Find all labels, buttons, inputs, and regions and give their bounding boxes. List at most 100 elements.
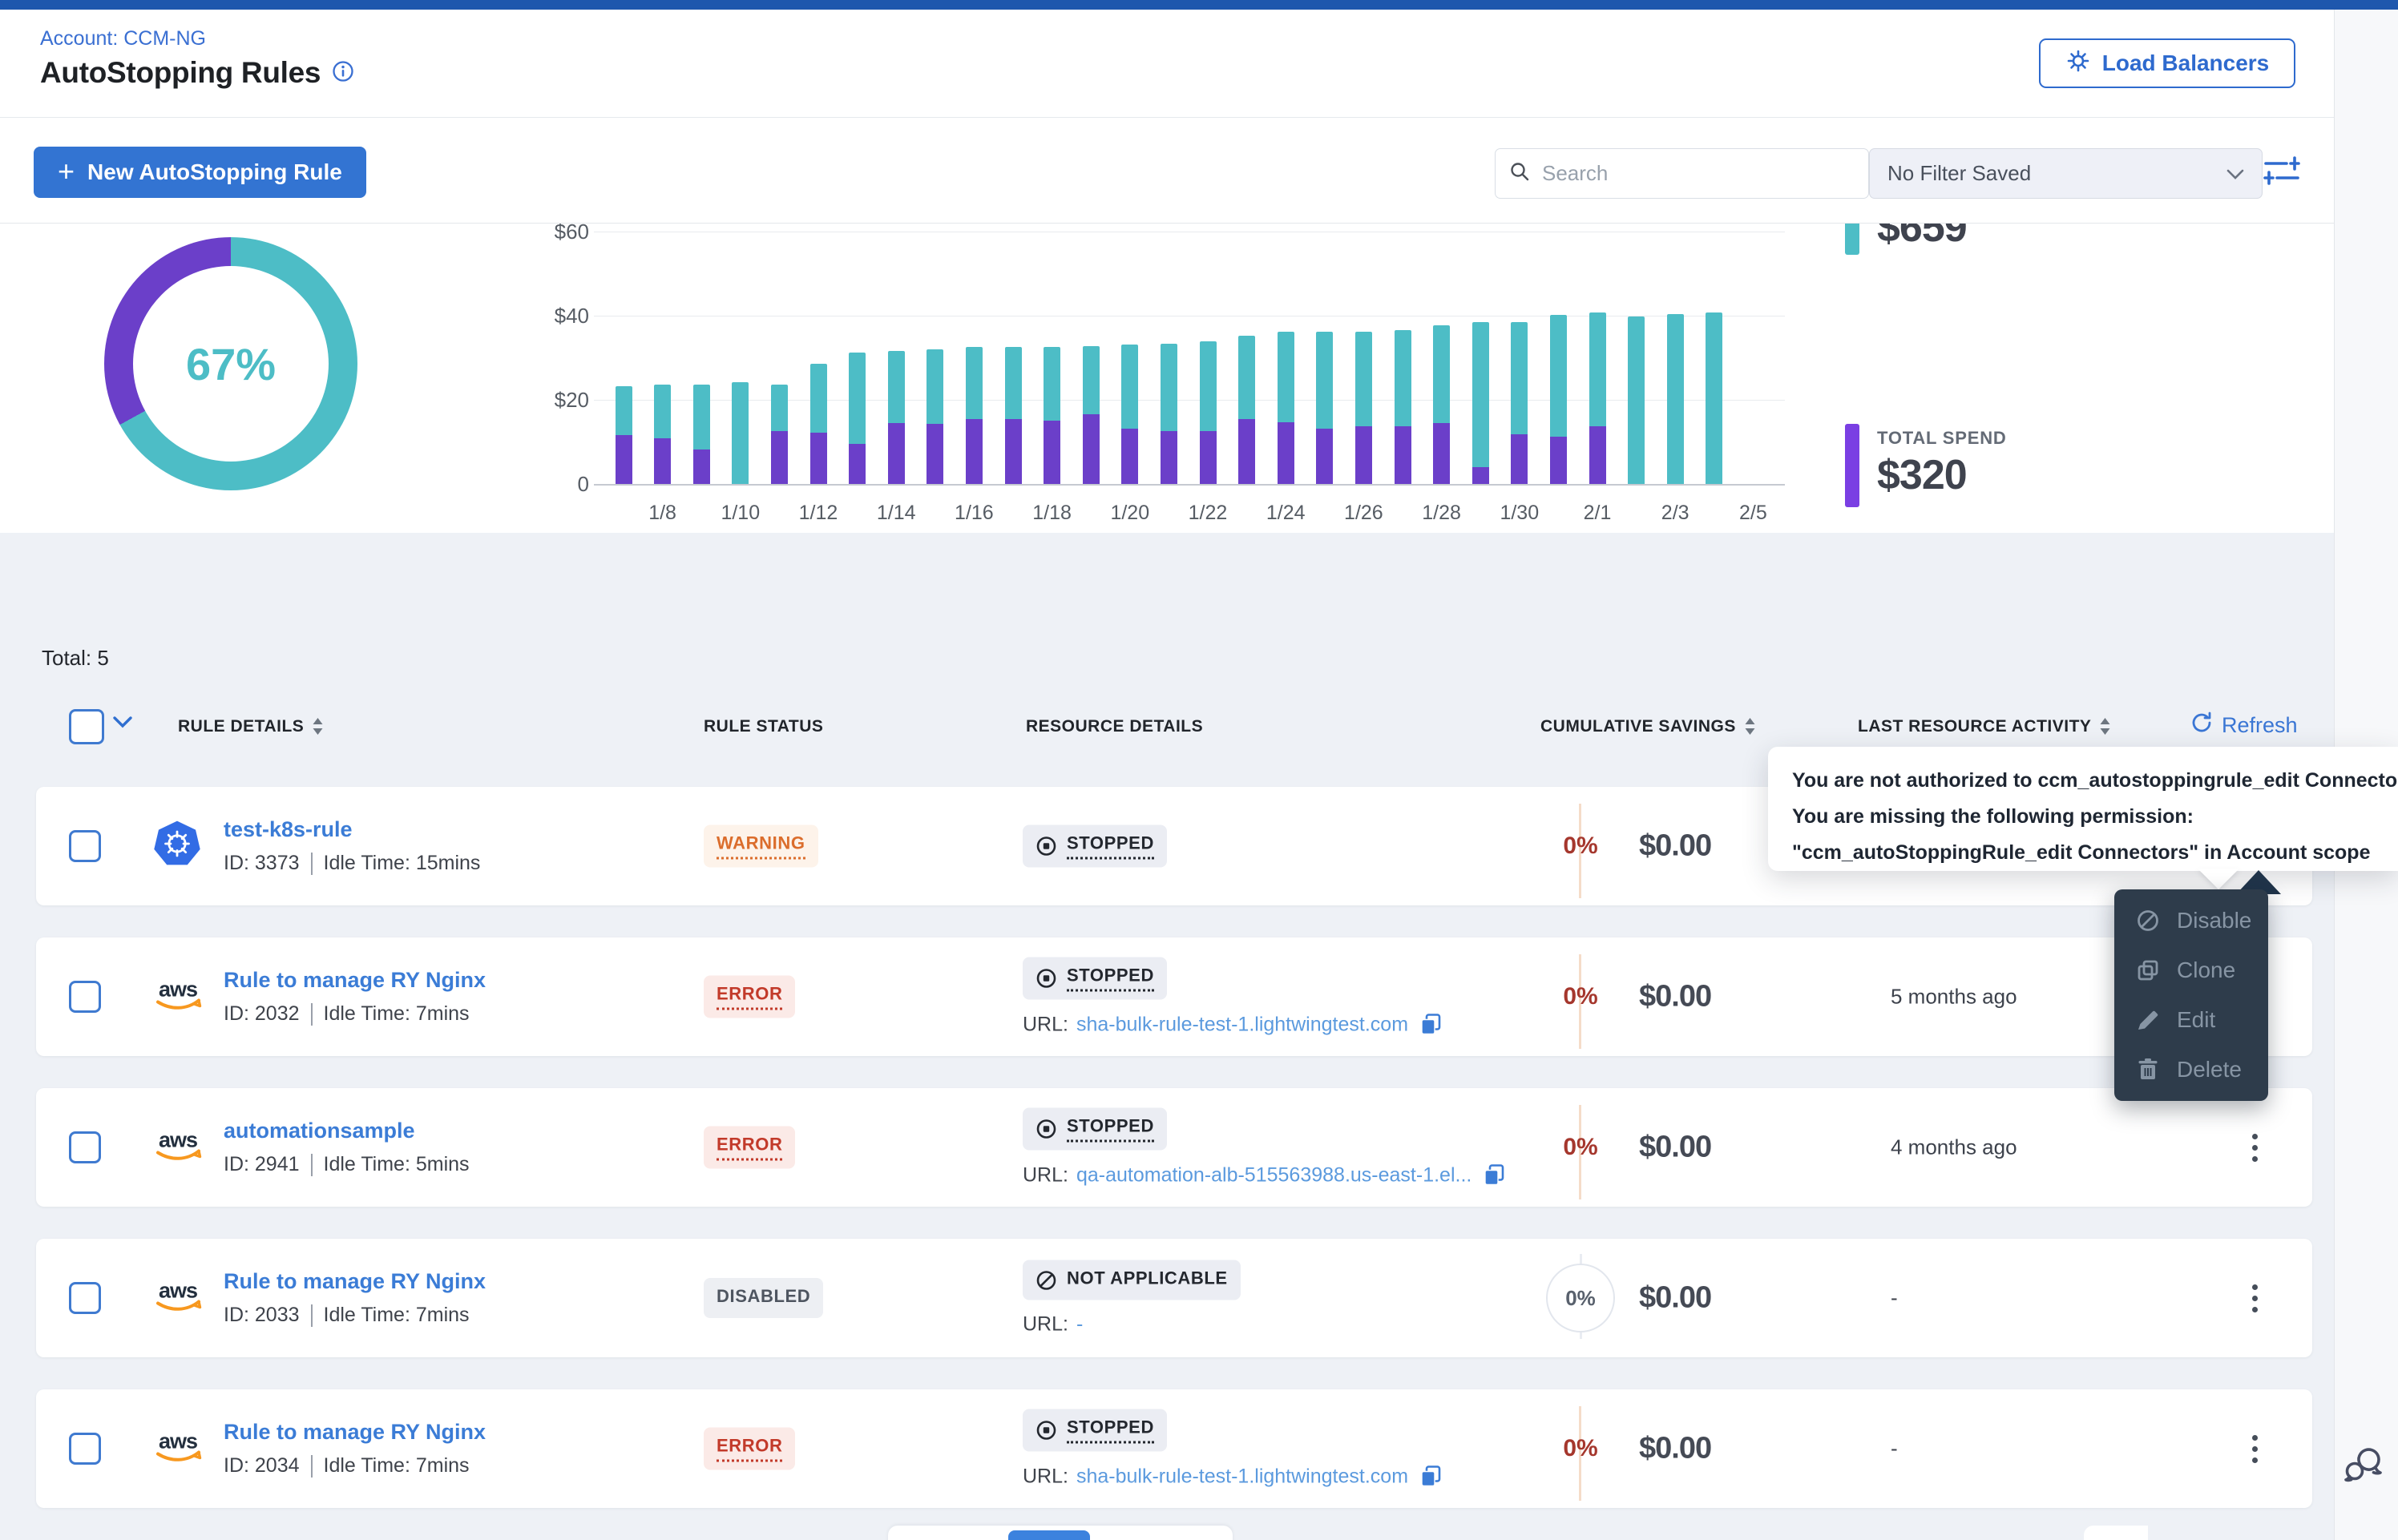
- new-autostopping-rule-button[interactable]: + New AutoStopping Rule: [34, 147, 366, 198]
- savings-amount: $0.00: [1639, 980, 1711, 1014]
- tooltip-line: You are not authorized to ccm_autostoppi…: [1792, 763, 2398, 799]
- context-menu-item-clone[interactable]: Clone: [2114, 945, 2268, 995]
- column-header[interactable]: LAST RESOURCE ACTIVITY: [1858, 717, 2111, 736]
- bar-spend: [966, 419, 983, 484]
- row-actions-kebab[interactable]: [2237, 1423, 2272, 1474]
- x-axis-tick: 1/10: [713, 502, 769, 525]
- savings-percentage: 67%: [104, 237, 357, 490]
- last-activity: 5 months ago: [1891, 985, 2017, 1010]
- resource-url-link[interactable]: qa-automation-alb-515563988.us-east-1.el…: [1076, 1163, 1472, 1187]
- y-axis-tick: $20: [497, 388, 589, 412]
- rule-name-link[interactable]: Rule to manage RY Nginx: [224, 1269, 486, 1294]
- column-header[interactable]: CUMULATIVE SAVINGS: [1540, 717, 1756, 736]
- savings-amount: $0.00: [1639, 1281, 1711, 1316]
- spend-savings-bar-chart: 1/81/101/121/141/161/181/201/221/241/261…: [594, 232, 1785, 484]
- row-checkbox[interactable]: [69, 830, 101, 862]
- select-menu-chevron-icon[interactable]: [112, 716, 133, 734]
- search-icon: [1508, 160, 1531, 187]
- resource-url: URL: sha-bulk-rule-test-1.lightwingtest.…: [1023, 1465, 1442, 1489]
- not-applicable-icon: [1036, 1269, 1057, 1291]
- refresh-icon: [2190, 711, 2214, 740]
- bar-savings: [1355, 332, 1372, 426]
- column-header[interactable]: RULE DETAILS: [178, 717, 324, 736]
- bar-savings: [732, 382, 749, 484]
- row-checkbox[interactable]: [69, 1282, 101, 1314]
- stopped-icon: [1036, 1420, 1057, 1441]
- last-activity: -: [1891, 1437, 1898, 1461]
- row-actions-kebab[interactable]: [2237, 1272, 2272, 1324]
- row-checkbox[interactable]: [69, 1433, 101, 1465]
- stopped-icon: [1036, 968, 1057, 990]
- filter-panel-icon[interactable]: [2262, 153, 2302, 192]
- resource-url-link[interactable]: -: [1076, 1313, 1083, 1336]
- pagination-active-page[interactable]: [1008, 1530, 1090, 1540]
- pagination-bar[interactable]: [888, 1526, 1233, 1540]
- context-menu-item-edit[interactable]: Edit: [2114, 995, 2268, 1045]
- x-axis-tick: 2/1: [1569, 502, 1625, 525]
- bar-savings: [616, 386, 632, 434]
- copy-icon[interactable]: [1419, 1465, 1442, 1489]
- search-input[interactable]: [1540, 160, 1808, 187]
- plus-icon: +: [58, 155, 75, 188]
- table-header: RULE DETAILS RULE STATUS RESOURCE DETAIL…: [0, 709, 2334, 746]
- savings-percent: 0%: [1563, 1134, 1597, 1160]
- chat-support-icon[interactable]: [2342, 1442, 2388, 1493]
- rule-meta: ID: 2034Idle Time: 7mins: [224, 1454, 486, 1478]
- rule-name-link[interactable]: automationsample: [224, 1119, 470, 1143]
- summary-charts-card: 67% $60$40$200 1/81/101/121/141/161/181/…: [0, 223, 2334, 533]
- last-activity: -: [1891, 1286, 1898, 1311]
- context-menu-item-disable[interactable]: Disable: [2114, 896, 2268, 945]
- bar-spend: [1433, 423, 1450, 484]
- row-checkbox[interactable]: [69, 981, 101, 1013]
- rule-row: aws Rule to manage RY Nginx ID: 2032Idle…: [36, 937, 2312, 1056]
- bar-spend: [654, 438, 671, 484]
- bar-savings: [1628, 316, 1645, 484]
- context-menu-item-delete[interactable]: Delete: [2114, 1045, 2268, 1095]
- rule-name-link[interactable]: test-k8s-rule: [224, 817, 480, 842]
- bar-savings: [1083, 346, 1100, 414]
- resource-url: URL: sha-bulk-rule-test-1.lightwingtest.…: [1023, 1013, 1442, 1037]
- bar-savings: [1316, 332, 1333, 429]
- bar-savings: [1200, 341, 1217, 432]
- bar-spend: [1511, 434, 1528, 484]
- kubernetes-icon: [153, 820, 201, 869]
- delete-icon: [2135, 1057, 2161, 1082]
- sort-icon[interactable]: [1744, 717, 1756, 736]
- rule-status-badge: WARNING: [704, 825, 818, 868]
- rule-name-link[interactable]: Rule to manage RY Nginx: [224, 1420, 486, 1445]
- bar-spend: [1005, 419, 1022, 484]
- rule-meta: ID: 2941Idle Time: 5mins: [224, 1153, 470, 1176]
- stopped-icon: [1036, 1119, 1057, 1140]
- bar-spend: [1395, 426, 1411, 484]
- row-checkbox[interactable]: [69, 1131, 101, 1163]
- rule-meta: ID: 2032Idle Time: 7mins: [224, 1002, 486, 1026]
- info-icon[interactable]: [332, 60, 354, 87]
- refresh-button[interactable]: Refresh: [2190, 711, 2298, 740]
- pagination-page-size[interactable]: [2084, 1526, 2148, 1540]
- savings-percent: 0%: [1563, 983, 1597, 1010]
- bar-spend: [1121, 429, 1138, 484]
- sort-icon[interactable]: [312, 717, 324, 736]
- row-actions-kebab[interactable]: [2237, 1122, 2272, 1173]
- copy-icon[interactable]: [1419, 1013, 1442, 1037]
- copy-icon[interactable]: [1483, 1163, 1505, 1187]
- toolbar: + New AutoStopping Rule No Filter Saved: [0, 118, 2334, 223]
- bar-spend: [1550, 437, 1567, 484]
- savings-percent: 0%: [1563, 1435, 1597, 1461]
- breadcrumb-account[interactable]: Account: CCM-NG: [40, 27, 206, 50]
- load-balancers-button[interactable]: Load Balancers: [2039, 38, 2295, 88]
- bar-spend: [1472, 467, 1489, 484]
- rule-status-badge: ERROR: [704, 1428, 795, 1470]
- bar-spend: [1161, 431, 1177, 484]
- saved-filter-select[interactable]: No Filter Saved: [1869, 148, 2263, 199]
- rule-status-badge: DISABLED: [704, 1278, 823, 1318]
- spend-accent-bar: [1845, 424, 1859, 507]
- resource-url-link[interactable]: sha-bulk-rule-test-1.lightwingtest.com: [1076, 1013, 1408, 1036]
- bar-savings: [654, 385, 671, 438]
- sort-icon[interactable]: [2099, 717, 2111, 736]
- rule-name-link[interactable]: Rule to manage RY Nginx: [224, 968, 486, 993]
- select-all-checkbox[interactable]: [69, 709, 104, 744]
- savings-amount: $0.00: [1639, 1432, 1711, 1466]
- resource-url-link[interactable]: sha-bulk-rule-test-1.lightwingtest.com: [1076, 1465, 1408, 1488]
- resource-state-badge: NOT APPLICABLE: [1023, 1260, 1241, 1300]
